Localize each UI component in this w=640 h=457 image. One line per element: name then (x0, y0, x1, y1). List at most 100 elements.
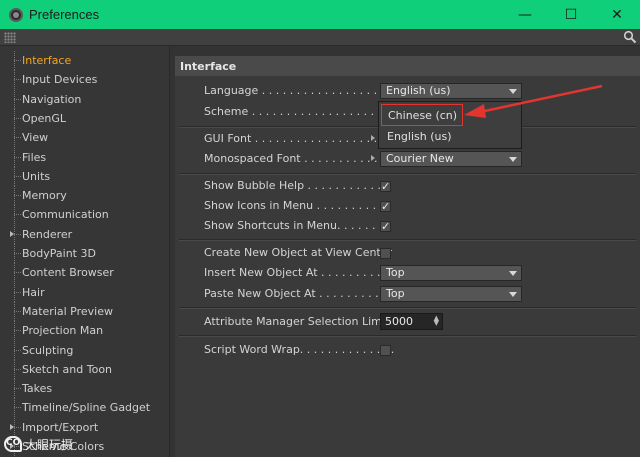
gui-font-label: GUI Font . . . . . . . . . . . . . . . .… (204, 132, 385, 145)
grid-menu-icon[interactable] (4, 32, 16, 43)
tree-branch-line (0, 128, 22, 148)
minimize-button[interactable]: — (502, 0, 548, 29)
sidebar-item-units[interactable]: Units (0, 166, 168, 186)
tree-branch-line (0, 282, 22, 302)
sidebar-item-renderer[interactable]: Renderer (0, 224, 168, 244)
sidebar-item-label: Memory (22, 189, 67, 203)
sidebar-item-label: Takes (22, 382, 53, 396)
sidebar-item-bodypaint-3d[interactable]: BodyPaint 3D (0, 244, 168, 263)
insert-new-object-value: Top (386, 266, 405, 279)
expand-arrow-icon[interactable] (371, 155, 375, 161)
cinema4d-app-icon (9, 7, 23, 22)
sidebar-item-label: Content Browser (22, 266, 114, 280)
expand-arrow-icon[interactable] (10, 230, 14, 237)
tree-branch-line (0, 359, 22, 379)
monospaced-font-dropdown[interactable]: Courier New (380, 151, 522, 167)
sidebar-item-interface[interactable]: Interface (0, 51, 168, 70)
maximize-button[interactable]: ☐ (548, 0, 594, 29)
show-bubble-help-checkbox[interactable]: ✓ (380, 181, 391, 192)
sidebar-item-timeline-spline-gadget[interactable]: Timeline/Spline Gadget (0, 398, 168, 418)
tree-branch-line (0, 398, 22, 418)
sidebar-item-label: Material Preview (22, 304, 114, 318)
sidebar-item-label: Renderer (22, 227, 73, 241)
paste-new-object-value: Top (386, 287, 405, 300)
tree-branch-line (0, 186, 22, 206)
window-controls: — ☐ ✕ (502, 0, 640, 29)
sidebar-item-label: Hair (22, 285, 45, 299)
expand-arrow-icon[interactable] (371, 135, 375, 141)
watermark-text: 大眼玩摄 (25, 437, 74, 452)
sidebar-item-takes[interactable]: Takes (0, 379, 168, 399)
tree-branch-line (0, 89, 22, 109)
sidebar-item-label: Sculpting (22, 343, 74, 357)
paste-new-object-dropdown[interactable]: Top (380, 286, 522, 302)
search-icon[interactable] (623, 30, 637, 44)
section-header: Interface (175, 56, 640, 76)
annotation-arrow-icon (464, 84, 603, 118)
language-label: Language . . . . . . . . . . . . . . . .… (204, 84, 399, 97)
close-button[interactable]: ✕ (594, 0, 640, 29)
spinner-arrows-icon[interactable]: ▲ ▼ (434, 315, 439, 327)
sidebar-item-label: Navigation (22, 92, 82, 106)
watermark-logo: CO (4, 436, 22, 452)
sidebar-item-label: Interface (22, 54, 72, 67)
tree-branch-line (0, 244, 22, 263)
tree-branch-line (0, 340, 22, 360)
sidebar-item-communication[interactable]: Communication (0, 205, 168, 225)
tree-branch-line (0, 51, 22, 70)
sidebar-item-label: Units (22, 169, 51, 183)
window-title: Preferences (29, 7, 100, 22)
insert-new-object-label: Insert New Object At . . . . . . . . . . (204, 266, 388, 279)
sidebar-item-files[interactable]: Files (0, 147, 168, 167)
popup-item-english[interactable]: English (us) (379, 126, 521, 148)
attribute-selection-limit-input[interactable]: 5000 ▲ ▼ (380, 313, 443, 330)
paste-new-object-label: Paste New Object At . . . . . . . . . . … (204, 287, 393, 300)
sidebar-item-opengl[interactable]: OpenGL (0, 108, 168, 128)
tree-branch-line (0, 263, 22, 283)
sidebar-item-label: Files (22, 150, 47, 164)
insert-new-object-dropdown[interactable]: Top (380, 265, 522, 281)
tree-branch-line (0, 301, 22, 321)
expand-arrow-icon[interactable] (10, 423, 14, 430)
tree-branch-line (0, 205, 22, 225)
script-word-wrap-checkbox[interactable] (380, 345, 391, 356)
divider (179, 335, 636, 337)
attribute-selection-limit-label: Attribute Manager Selection Limit (204, 315, 390, 328)
attribute-selection-limit-value: 5000 (385, 315, 413, 328)
monospaced-font-value: Courier New (386, 152, 454, 165)
sidebar-item-projection-man[interactable]: Projection Man (0, 321, 168, 341)
tree-branch-line (0, 166, 22, 186)
sidebar-item-memory[interactable]: Memory (0, 186, 168, 206)
sidebar-item-label: Import/Export (22, 420, 99, 434)
sidebar-item-navigation[interactable]: Navigation (0, 89, 168, 109)
divider (179, 307, 636, 309)
sidebar-item-view[interactable]: View (0, 128, 168, 148)
sidebar-item-material-preview[interactable]: Material Preview (0, 301, 168, 321)
show-shortcuts-in-menu-checkbox[interactable]: ✓ (380, 221, 391, 232)
chevron-down-icon (509, 157, 517, 162)
show-bubble-help-label: Show Bubble Help . . . . . . . . . . . . (204, 179, 388, 192)
tree-branch-line (0, 321, 22, 341)
sidebar-item-content-browser[interactable]: Content Browser (0, 263, 168, 283)
sidebar-item-label: Timeline/Spline Gadget (22, 401, 151, 415)
show-icons-in-menu-checkbox[interactable]: ✓ (380, 201, 391, 212)
sidebar-item-label: BodyPaint 3D (22, 247, 96, 260)
sidebar-item-label: Projection Man (22, 324, 104, 338)
sidebar-item-label: View (22, 131, 49, 145)
show-shortcuts-in-menu-label: Show Shortcuts in Menu. . . . . . . . (204, 219, 390, 232)
tree-branch-line (0, 108, 22, 128)
sidebar-item-input-devices[interactable]: Input Devices (0, 70, 168, 90)
create-at-view-center-checkbox[interactable] (380, 248, 391, 259)
sidebar-item-sketch-and-toon[interactable]: Sketch and Toon (0, 359, 168, 379)
sidebar-item-label: OpenGL (22, 111, 67, 125)
monospaced-font-label: Monospaced Font . . . . . . . . . . . (204, 152, 378, 165)
sidebar-item-hair[interactable]: Hair (0, 282, 168, 302)
toolbar-strip (0, 29, 640, 46)
watermark: CO 大眼玩摄 (4, 434, 73, 454)
sidebar-item-label: Input Devices (22, 73, 98, 87)
sidebar-item-label: Communication (22, 208, 109, 222)
create-at-view-center-label: Create New Object at View Center (204, 246, 393, 259)
popup-item-chinese[interactable]: Chinese (cn) (381, 104, 463, 126)
chevron-down-icon (509, 271, 517, 276)
sidebar-item-sculpting[interactable]: Sculpting (0, 340, 168, 360)
